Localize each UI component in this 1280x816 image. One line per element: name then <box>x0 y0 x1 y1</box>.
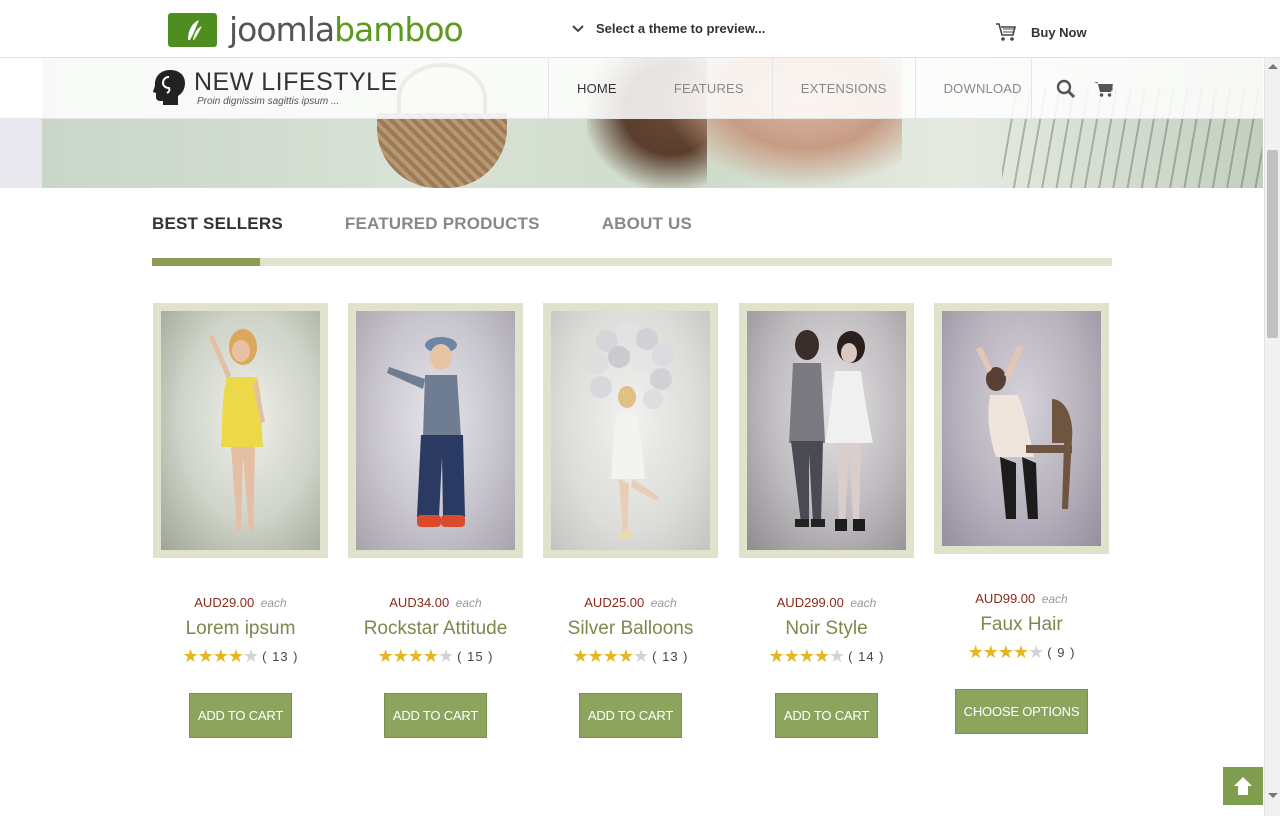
head-silhouette-icon <box>153 70 185 105</box>
menu-item-extensions[interactable]: EXTENSIONS <box>771 58 915 119</box>
main-navbar: NEW LIFESTYLE Proin dignissim sagittis i… <box>0 58 1264 119</box>
review-count: ( 9 ) <box>1047 645 1076 660</box>
site-name: NEW LIFESTYLE <box>194 68 398 96</box>
menu-icons <box>1031 58 1132 119</box>
price-each: each <box>260 596 287 610</box>
menu-item-download[interactable]: DOWNLOAD <box>914 58 1050 119</box>
product-tabs: BEST SELLERS FEATURED PRODUCTS ABOUT US <box>152 214 754 234</box>
product-image <box>161 311 320 550</box>
page-scrollbar[interactable] <box>1264 58 1280 816</box>
main-menu: HOME FEATURES EXTENSIONS DOWNLOAD <box>548 58 1050 119</box>
price-each: each <box>850 596 877 610</box>
product-image-frame[interactable] <box>348 303 523 558</box>
tab-about-us[interactable]: ABOUT US <box>602 214 692 234</box>
basket-image <box>377 113 507 188</box>
star-rating-icon: ★★★★★ <box>182 646 259 666</box>
buy-now-link[interactable]: Buy Now <box>995 21 1087 43</box>
star-rating-icon: ★★★★★ <box>377 646 454 666</box>
product-price: AUD299.00 <box>776 595 844 610</box>
product-image <box>356 311 515 550</box>
product-name[interactable]: Rockstar Attitude <box>348 618 523 640</box>
product-name[interactable]: Noir Style <box>739 618 914 640</box>
product-rating: ★★★★★ ( 9 ) <box>934 642 1109 663</box>
product-image <box>747 311 906 550</box>
product-card: AUD29.00 each Lorem ipsum ★★★★★ ( 13 ) A… <box>153 303 328 738</box>
price-each: each <box>650 596 677 610</box>
add-to-cart-button[interactable]: ADD TO CART <box>578 693 683 738</box>
arrow-up-icon <box>1234 777 1252 795</box>
theme-select-label: Select a theme to preview... <box>596 21 766 36</box>
product-image-frame[interactable] <box>153 303 328 558</box>
product-image <box>551 311 710 550</box>
product-image <box>942 311 1101 546</box>
active-tab-indicator <box>152 258 260 266</box>
product-price: AUD29.00 <box>194 595 255 610</box>
product-rating: ★★★★★ ( 13 ) <box>153 646 328 667</box>
preview-topbar: joomlabamboo Select a theme to preview..… <box>0 0 1280 58</box>
product-name[interactable]: Lorem ipsum <box>153 618 328 640</box>
product-price: AUD34.00 <box>389 595 450 610</box>
shopping-cart-icon[interactable] <box>1094 80 1114 98</box>
cart-icon <box>996 23 1017 41</box>
scroll-down-arrow-icon[interactable] <box>1268 793 1278 798</box>
menu-item-features[interactable]: FEATURES <box>644 58 772 119</box>
price-each: each <box>1041 592 1068 606</box>
review-count: ( 14 ) <box>848 649 885 664</box>
product-card: AUD99.00 each Faux Hair ★★★★★ ( 9 ) CHOO… <box>934 303 1109 734</box>
product-price: AUD25.00 <box>584 595 645 610</box>
add-to-cart-button[interactable]: ADD TO CART <box>383 693 488 738</box>
product-image-frame[interactable] <box>934 303 1109 554</box>
site-logo[interactable]: NEW LIFESTYLE Proin dignissim sagittis i… <box>152 68 398 108</box>
product-card: AUD34.00 each Rockstar Attitude ★★★★★ ( … <box>348 303 523 738</box>
product-name[interactable]: Silver Balloons <box>543 618 718 640</box>
product-card: AUD25.00 each Silver Balloons ★★★★★ ( 13… <box>543 303 718 738</box>
product-rating: ★★★★★ ( 14 ) <box>739 646 914 667</box>
search-icon[interactable] <box>1056 79 1076 99</box>
review-count: ( 13 ) <box>262 649 299 664</box>
product-name[interactable]: Faux Hair <box>934 614 1109 636</box>
chevron-down-icon <box>572 24 584 32</box>
product-card: AUD299.00 each Noir Style ★★★★★ ( 14 ) A… <box>739 303 914 738</box>
theme-select[interactable]: Select a theme to preview... <box>572 21 765 36</box>
product-rating: ★★★★★ ( 13 ) <box>543 646 718 667</box>
back-to-top-button[interactable] <box>1223 767 1263 805</box>
price-each: each <box>455 596 482 610</box>
tab-track <box>152 258 1112 266</box>
star-rating-icon: ★★★★★ <box>768 646 845 666</box>
review-count: ( 13 ) <box>652 649 689 664</box>
product-price: AUD99.00 <box>975 591 1036 606</box>
choose-options-button[interactable]: CHOOSE OPTIONS <box>954 689 1089 734</box>
tab-featured-products[interactable]: FEATURED PRODUCTS <box>345 214 540 234</box>
hero-left-strip <box>0 119 42 188</box>
star-rating-icon: ★★★★★ <box>572 646 649 666</box>
add-to-cart-button[interactable]: ADD TO CART <box>774 693 879 738</box>
scroll-up-arrow-icon[interactable] <box>1268 64 1278 69</box>
tab-best-sellers[interactable]: BEST SELLERS <box>152 214 283 234</box>
star-rating-icon: ★★★★★ <box>967 642 1045 662</box>
product-image-frame[interactable] <box>543 303 718 558</box>
buy-now-label: Buy Now <box>1031 24 1087 40</box>
logo-wordmark: joomlabamboo <box>229 10 464 49</box>
joomlabamboo-logo[interactable]: joomlabamboo <box>168 10 464 49</box>
review-count: ( 15 ) <box>457 649 494 664</box>
add-to-cart-button[interactable]: ADD TO CART <box>188 693 293 738</box>
scroll-thumb[interactable] <box>1267 150 1278 338</box>
bamboo-leaf-icon <box>168 13 217 47</box>
product-image-frame[interactable] <box>739 303 914 558</box>
product-rating: ★★★★★ ( 15 ) <box>348 646 523 667</box>
menu-item-home[interactable]: HOME <box>548 58 645 119</box>
site-tagline: Proin dignissim sagittis ipsum ... <box>197 96 340 107</box>
